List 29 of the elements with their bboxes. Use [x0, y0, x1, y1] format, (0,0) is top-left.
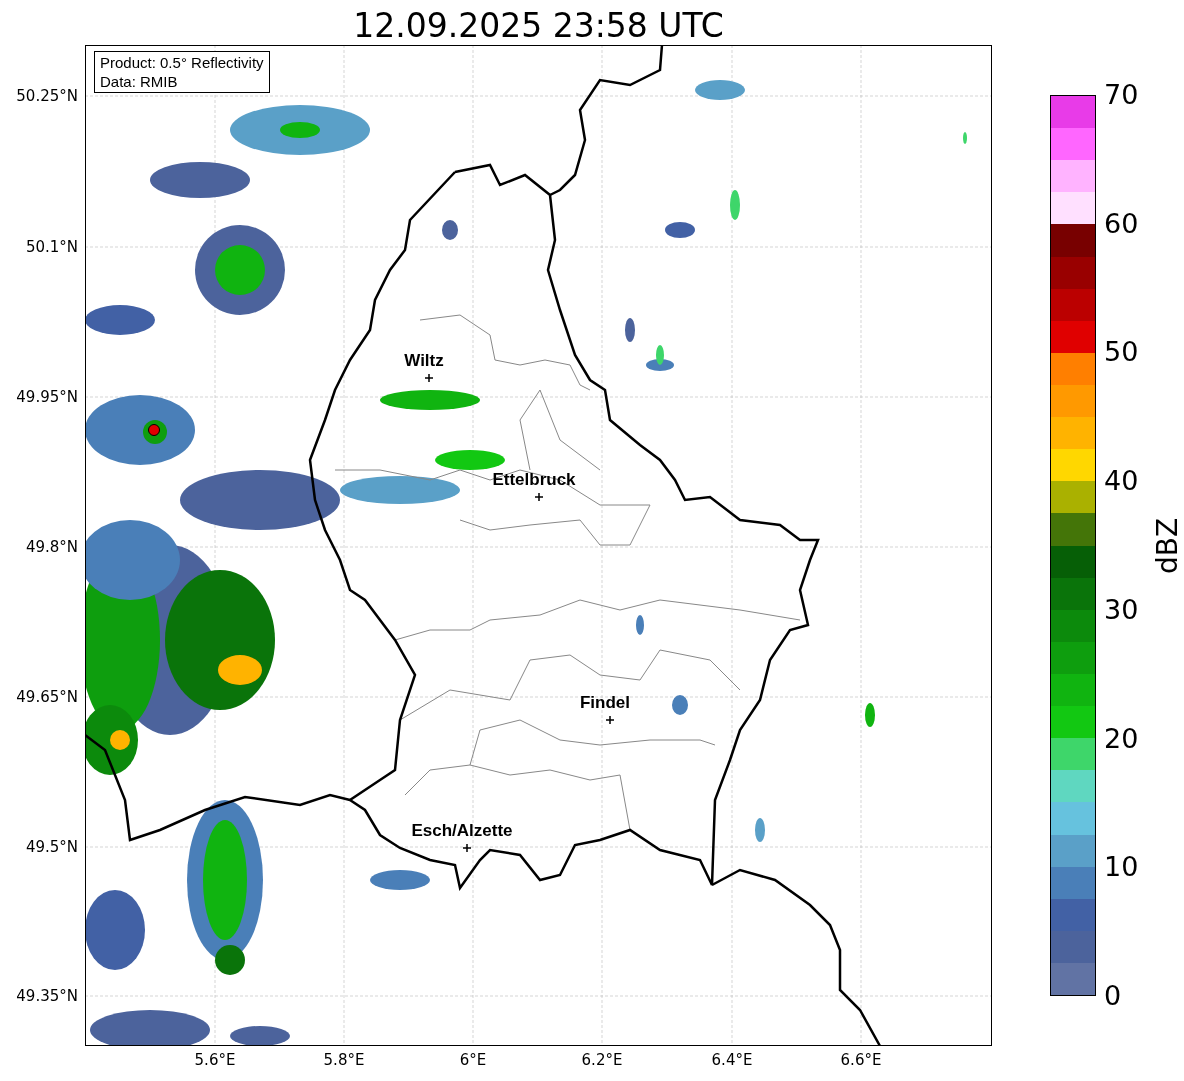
city-label: Findel [579, 693, 631, 713]
city-label: Esch/Alzette [411, 821, 513, 841]
chart-title: 12.09.2025 23:58 UTC [352, 5, 725, 47]
colorbar-label: dBZ [1152, 517, 1184, 575]
latitude-label: 50.25°N [16, 87, 78, 105]
colorbar-tick-label: 40 [1104, 466, 1139, 497]
longitude-label: 5.6°E [194, 1051, 236, 1069]
info-text: Product: 0.5° Reflectivity [100, 53, 264, 72]
longitude-label: 6.4°E [711, 1051, 753, 1069]
latitude-label: 50.1°N [25, 238, 78, 256]
longitude-label: 6.2°E [581, 1051, 623, 1069]
colorbar-tick-label: 0 [1104, 981, 1122, 1011]
city-label: Wiltz [404, 351, 444, 371]
latitude-label: 49.35°N [16, 987, 78, 1005]
latitude-label: 49.65°N [16, 688, 78, 706]
longitude-label: 6°E [459, 1051, 487, 1069]
longitude-label: 5.8°E [323, 1051, 365, 1069]
colorbar-tick-label: 30 [1104, 594, 1139, 625]
city-label: Ettelbruck [492, 470, 576, 490]
colorbar-tick-label: 10 [1104, 852, 1139, 883]
longitude-label: 6.6°E [840, 1051, 882, 1069]
colorbar-tick-label: 70 [1104, 80, 1139, 110]
latitude-label: 49.5°N [25, 838, 78, 856]
colorbar-tick-label: 50 [1104, 337, 1139, 368]
latitude-label: 49.8°N [25, 538, 78, 556]
colorbar-tick-label: 20 [1104, 723, 1139, 754]
latitude-label: 49.95°N [16, 388, 78, 406]
info-text: Data: RMIB [100, 72, 179, 91]
colorbar-tick-label: 60 [1104, 208, 1139, 239]
